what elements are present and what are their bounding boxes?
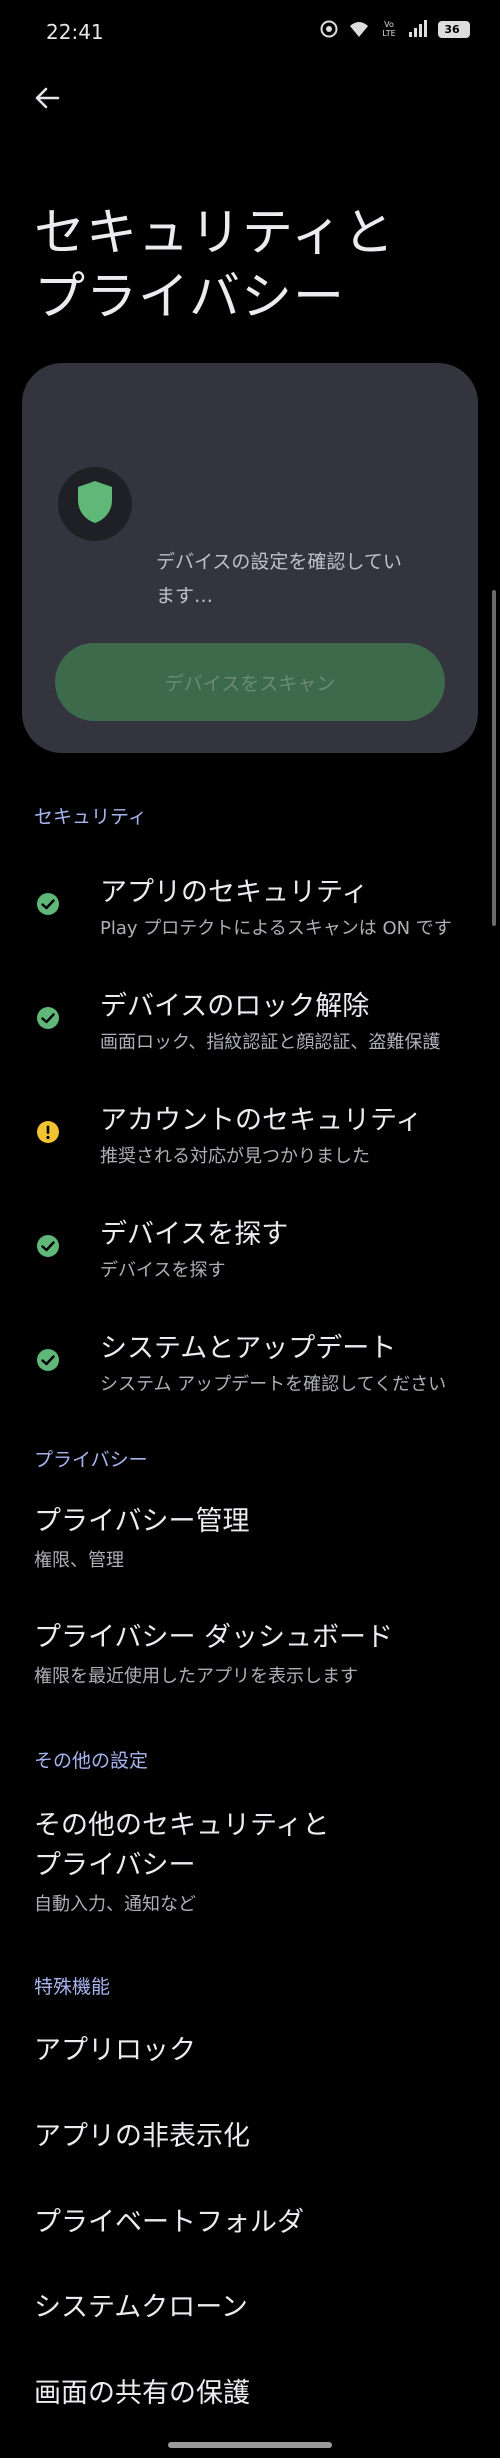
security-item-subtitle: デバイスを探す xyxy=(100,1260,226,1281)
other-item-more-security-privacy[interactable]: その他のセキュリティと プライバシー 自動入力、通知など xyxy=(0,1806,490,1915)
battery-icon: 36 xyxy=(438,20,470,38)
special-item-screen-share-protection[interactable]: 画面の共有の保護 xyxy=(0,2374,490,2418)
volte-label: Vo LTE xyxy=(382,20,396,38)
scrollbar[interactable] xyxy=(492,590,496,926)
privacy-item-subtitle: 権限、管理 xyxy=(34,1550,124,1571)
other-item-subtitle: 自動入力、通知など xyxy=(34,1894,196,1915)
status-time: 22:41 xyxy=(46,20,104,44)
check-circle-icon xyxy=(36,1006,60,1030)
security-item-account-security[interactable]: アカウントのセキュリティ 推奨される対応が見つかりました xyxy=(0,1090,490,1194)
privacy-item-privacy-dashboard[interactable]: プライバシー ダッシュボード 権限を最近使用したアプリを表示します xyxy=(0,1618,490,1702)
security-item-app-security[interactable]: アプリのセキュリティ Play プロテクトによるスキャンは ON です xyxy=(0,862,490,966)
security-item-title: デバイスを探す xyxy=(100,1219,289,1250)
page-title: セキュリティと プライバシー xyxy=(34,202,454,330)
scan-status-line1: デバイスの設定を確認してい xyxy=(156,551,402,573)
other-item-title-line2: プライバシー xyxy=(34,1850,196,1881)
section-header-other-settings: その他の設定 xyxy=(34,1750,149,1772)
home-indicator[interactable] xyxy=(168,2442,332,2448)
security-item-title: システムとアップデート xyxy=(100,1333,397,1364)
arrow-left-icon xyxy=(34,85,60,115)
page-title-line1: セキュリティと xyxy=(34,204,395,263)
check-circle-icon xyxy=(36,892,60,916)
scan-card: デバイスの設定を確認してい ます… デバイスをスキャン xyxy=(22,363,478,753)
security-item-subtitle: 推奨される対応が見つかりました xyxy=(100,1146,370,1167)
privacy-item-subtitle: 権限を最近使用したアプリを表示します xyxy=(34,1666,358,1687)
security-item-find-device[interactable]: デバイスを探す デバイスを探す xyxy=(0,1204,490,1308)
section-header-security: セキュリティ xyxy=(34,806,147,828)
other-item-title-line1: その他のセキュリティと xyxy=(34,1810,330,1841)
security-item-title: アカウントのセキュリティ xyxy=(100,1105,423,1136)
privacy-item-title: プライバシー管理 xyxy=(34,1506,250,1537)
special-item-title: プライベートフォルダ xyxy=(34,2207,304,2238)
special-item-system-clone[interactable]: システムクローン xyxy=(0,2288,490,2332)
status-icons: Vo LTE 36 xyxy=(320,20,470,38)
security-item-system-updates[interactable]: システムとアップデート システム アップデートを確認してください xyxy=(0,1318,490,1422)
security-item-title: デバイスのロック解除 xyxy=(100,991,370,1022)
check-circle-icon xyxy=(36,1234,60,1258)
wifi-icon xyxy=(348,20,370,38)
other-item-title: その他のセキュリティと プライバシー xyxy=(34,1806,329,1886)
scan-status-text: デバイスの設定を確認してい ます… xyxy=(156,545,426,613)
security-item-subtitle: システム アップデートを確認してください xyxy=(100,1374,447,1395)
special-item-title: システムクローン xyxy=(34,2292,248,2323)
page-title-line2: プライバシー xyxy=(34,268,345,327)
status-bar: 22:41 Vo LTE 36 xyxy=(0,0,500,62)
special-item-title: アプリロック xyxy=(34,2035,196,2066)
special-item-hide-apps[interactable]: アプリの非表示化 xyxy=(0,2117,490,2161)
shield-badge xyxy=(58,467,132,541)
signal-icon xyxy=(408,20,428,38)
warning-circle-icon xyxy=(36,1120,60,1144)
special-item-title: アプリの非表示化 xyxy=(34,2121,250,2152)
special-item-private-folder[interactable]: プライベートフォルダ xyxy=(0,2203,490,2247)
back-button[interactable] xyxy=(22,75,72,125)
special-item-app-lock[interactable]: アプリロック xyxy=(0,2031,490,2075)
special-item-title: 画面の共有の保護 xyxy=(34,2378,250,2409)
privacy-item-title: プライバシー ダッシュボード xyxy=(34,1622,394,1653)
check-circle-icon xyxy=(36,1348,60,1372)
hotspot-icon xyxy=(320,20,338,38)
battery-level: 36 xyxy=(444,22,460,36)
security-item-subtitle: 画面ロック、指紋認証と顔認証、盗難保護 xyxy=(100,1032,441,1053)
scan-status-line2: ます… xyxy=(156,585,214,607)
shield-icon xyxy=(76,480,114,528)
security-item-subtitle: Play プロテクトによるスキャンは ON です xyxy=(100,918,452,939)
security-item-device-unlock[interactable]: デバイスのロック解除 画面ロック、指紋認証と顔認証、盗難保護 xyxy=(0,976,490,1080)
section-header-special-features: 特殊機能 xyxy=(34,1976,111,1998)
section-header-privacy: プライバシー xyxy=(34,1449,148,1471)
privacy-item-privacy-controls[interactable]: プライバシー管理 権限、管理 xyxy=(0,1502,490,1586)
security-item-title: アプリのセキュリティ xyxy=(100,877,369,908)
scan-device-button[interactable]: デバイスをスキャン xyxy=(55,643,445,721)
